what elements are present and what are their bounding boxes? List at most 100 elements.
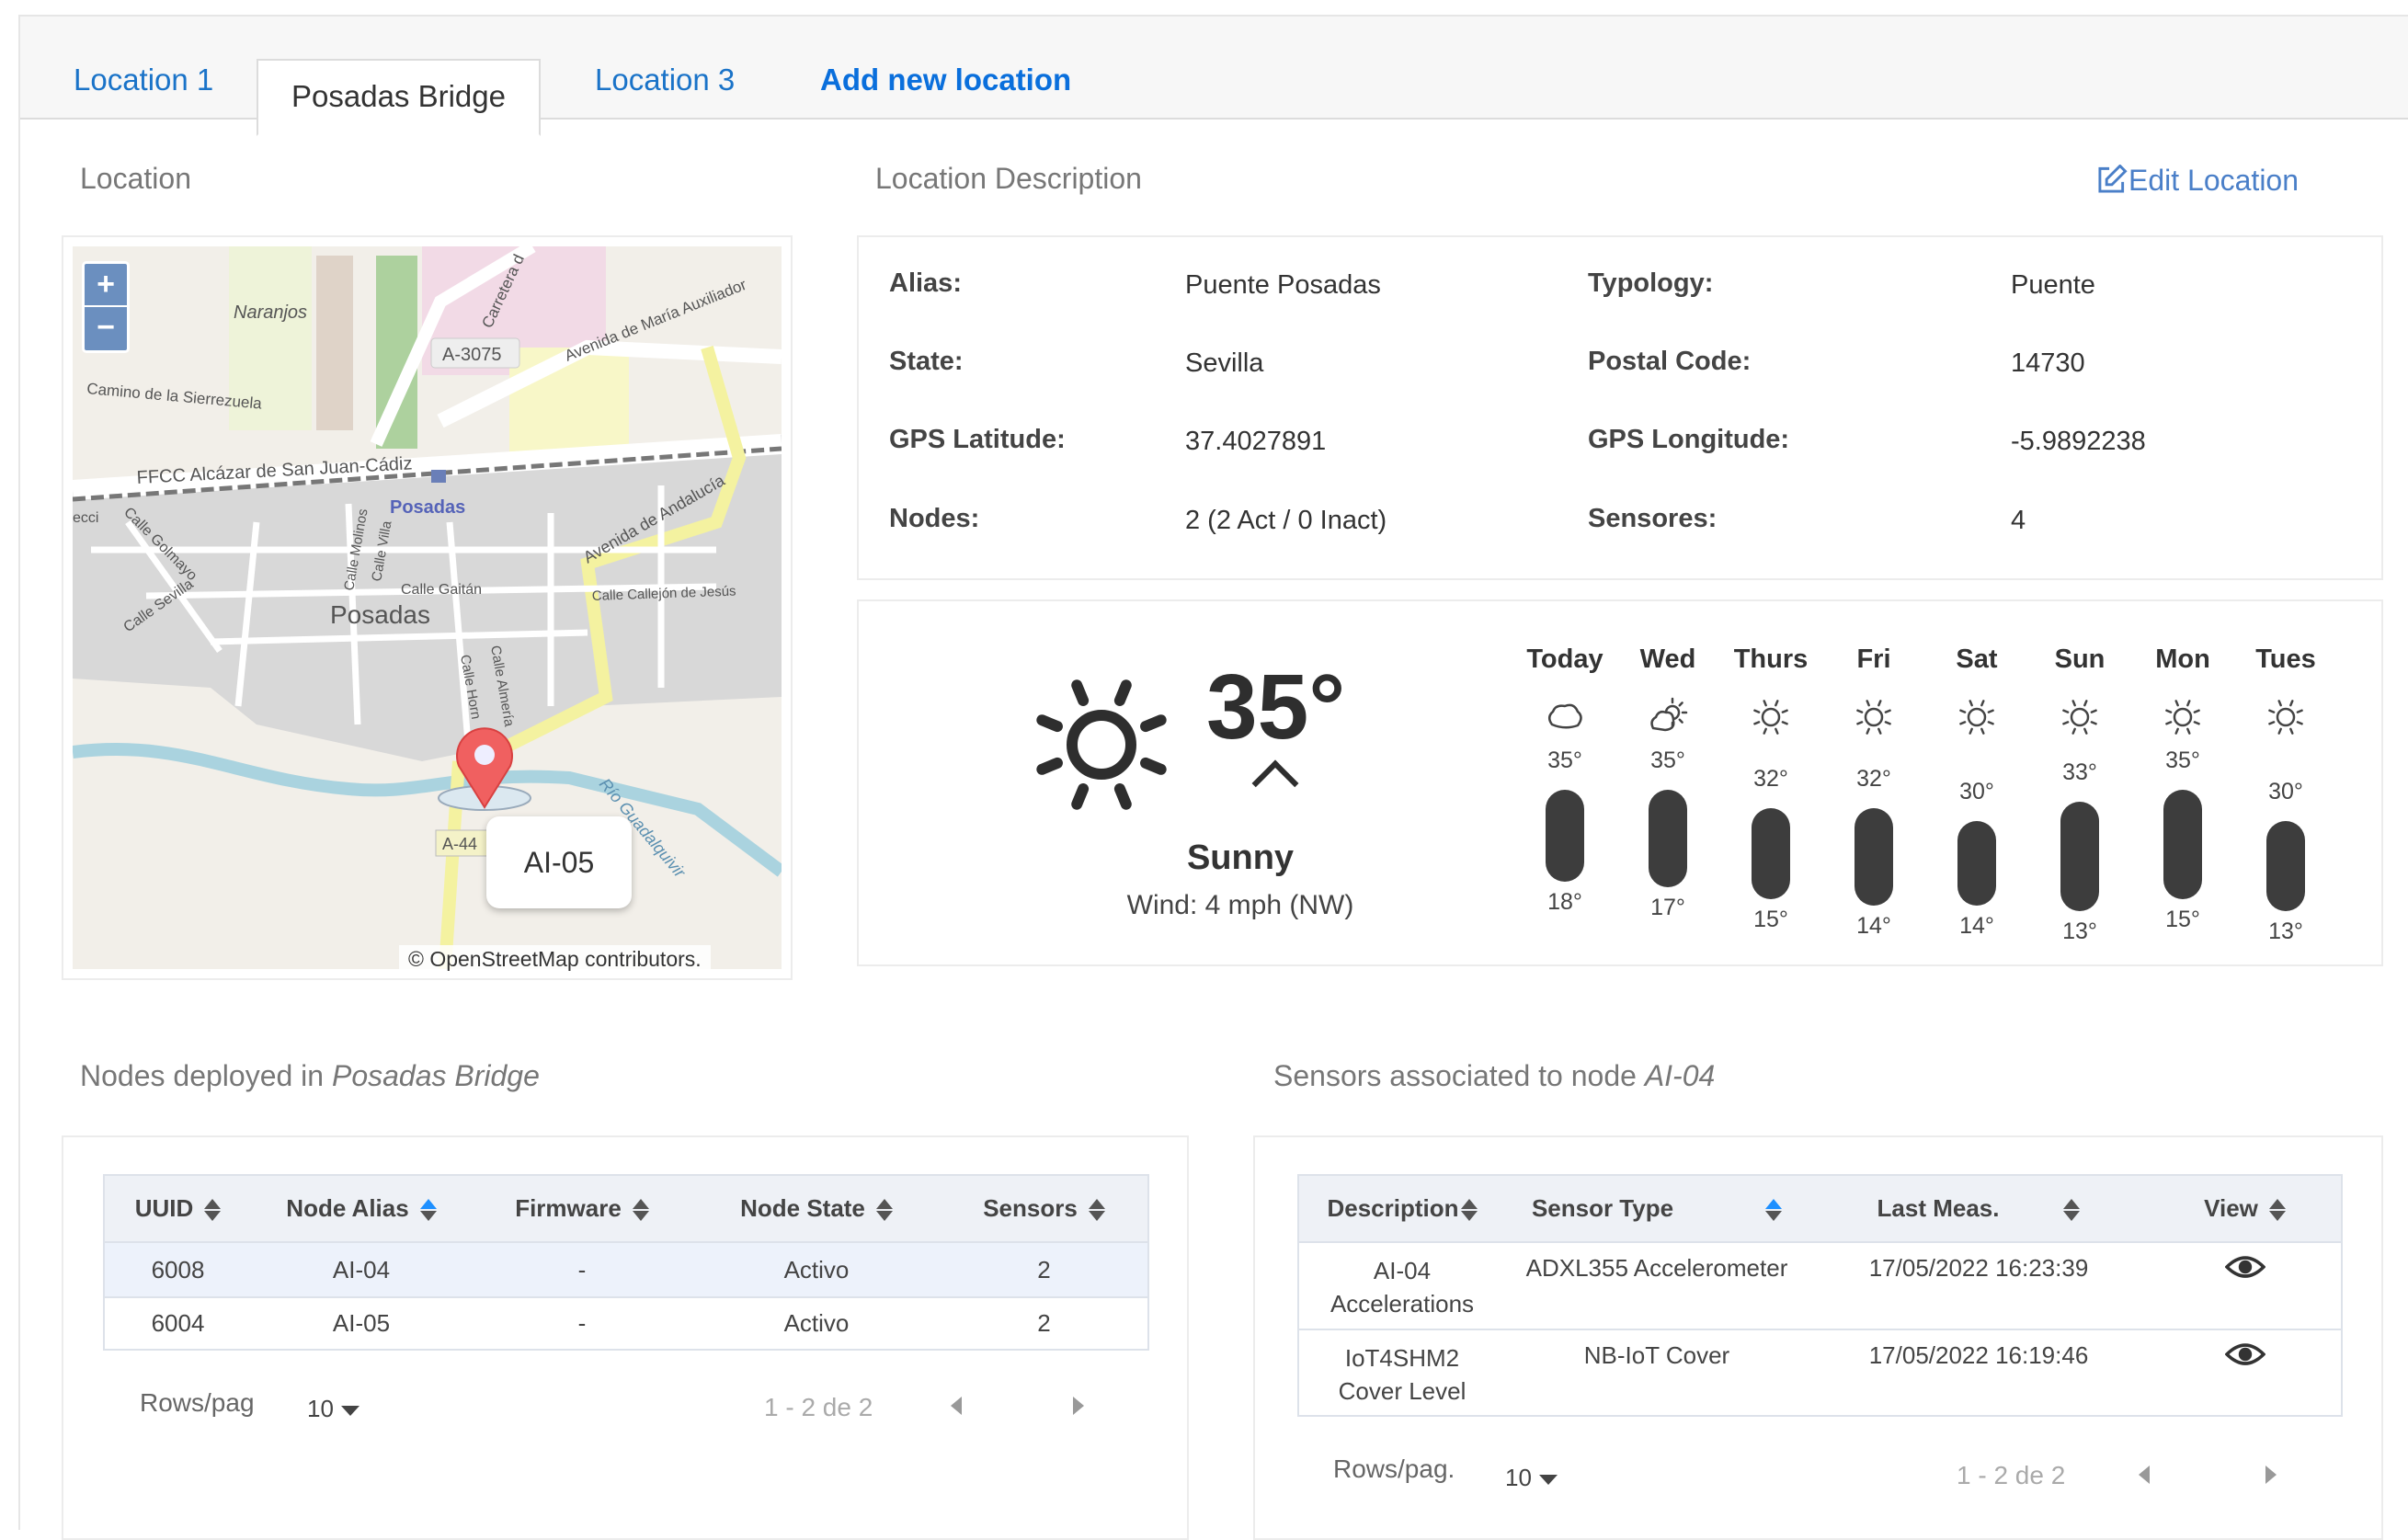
forecast-day-label: Thurs: [1733, 645, 1809, 674]
forecast-day-label: Tues: [2255, 645, 2316, 674]
sensores-label: Sensores:: [1588, 504, 1718, 533]
temperature-range-bar: [2163, 790, 2202, 900]
zoom-in-button[interactable]: +: [85, 264, 127, 307]
temperature-range-bar: [2060, 802, 2099, 911]
view-button[interactable]: [2149, 1241, 2342, 1329]
gps-longitude-value: -5.9892238: [2011, 427, 2146, 456]
zoom-out-button[interactable]: −: [85, 307, 127, 350]
table-row[interactable]: 6004 AI-05- Activo 2: [104, 1296, 1148, 1350]
svg-text:Calle Gaitán: Calle Gaitán: [401, 582, 482, 598]
forecast-high: 35°: [2165, 747, 2200, 773]
sun-icon: [2165, 700, 2200, 735]
forecast-high: 30°: [1959, 778, 1994, 804]
location-heading: Location: [80, 162, 191, 195]
forecast-high: 30°: [2268, 778, 2303, 804]
temperature-range-bar: [1546, 790, 1584, 882]
forecast-low: 13°: [2268, 918, 2303, 944]
temperature-range-bar: [1752, 808, 1790, 900]
forecast-high: 33°: [2062, 759, 2097, 786]
sort-icon[interactable]: [2268, 1197, 2286, 1223]
typology-label: Typology:: [1588, 268, 1714, 298]
edit-location-label: Edit Location: [2128, 164, 2300, 197]
sort-icon[interactable]: [1460, 1197, 1478, 1223]
forecast-low: 13°: [2062, 918, 2097, 944]
forecast-day-label: Today: [1526, 645, 1603, 674]
sort-icon[interactable]: [875, 1197, 893, 1223]
temperature-range-bar: [1855, 808, 1893, 906]
rows-per-page-select[interactable]: 10: [307, 1395, 359, 1423]
map-popup: AI-05: [486, 816, 632, 908]
col-sensors[interactable]: Sensors: [941, 1175, 1148, 1242]
forecast-day-label: Sat: [1956, 645, 1998, 674]
gps-latitude-label: GPS Latitude:: [889, 425, 1066, 454]
sun-icon: [2062, 700, 2097, 735]
forecast-low: 14°: [1959, 912, 1994, 939]
sensors-card: Description Sensor Type Last Meas. View …: [1253, 1135, 2383, 1540]
sort-icon[interactable]: [2063, 1197, 2081, 1223]
sensors-heading-text: Sensors associated to node: [1273, 1059, 1645, 1092]
sort-icon[interactable]: [1765, 1197, 1783, 1223]
forecast-day-label: Wed: [1639, 645, 1696, 674]
caret-down-icon: [340, 1405, 359, 1416]
alias-value: Puente Posadas: [1185, 270, 1381, 300]
sun-icon: [1753, 700, 1788, 735]
rows-per-page-label: Rows/pag.: [1333, 1454, 1455, 1483]
col-firmware[interactable]: Firmware: [472, 1175, 692, 1242]
col-node-state[interactable]: Node State: [692, 1175, 941, 1242]
postal-code-value: 14730: [2011, 348, 2085, 378]
edit-location-link[interactable]: Edit Location: [2095, 164, 2299, 198]
map[interactable]: Naranjos A-3075 Camino de la Sierrezuela…: [73, 246, 782, 969]
rows-per-page-label: Rows/pag: [140, 1388, 255, 1417]
table-row[interactable]: IoT4SHM2 Cover Level NB-IoT Cover 17/05/202…: [1298, 1329, 2342, 1416]
sort-icon[interactable]: [1088, 1197, 1105, 1223]
col-view[interactable]: View: [2149, 1175, 2342, 1242]
prev-page-icon[interactable]: [2139, 1466, 2150, 1484]
forecast-high: 32°: [1753, 766, 1788, 793]
col-node-alias[interactable]: Node Alias: [251, 1175, 472, 1242]
col-sensor-type[interactable]: Sensor Type: [1505, 1175, 1809, 1242]
wind-info: Wind: 4 mph (NW): [1126, 890, 1354, 920]
col-description[interactable]: Description: [1298, 1175, 1505, 1242]
chevron-up-icon[interactable]: [1251, 759, 1299, 807]
table-row[interactable]: AI-04 Accelerations ADXL355 Accelerometer 1…: [1298, 1241, 2342, 1329]
col-last-meas[interactable]: Last Meas.: [1809, 1175, 2149, 1242]
sun-icon: [2268, 700, 2303, 735]
postal-code-label: Postal Code:: [1588, 347, 1752, 376]
nodes-table: UUID Node Alias Firmware Node State Sens…: [103, 1174, 1149, 1351]
add-new-location-tab[interactable]: Add new location: [820, 63, 1071, 97]
prev-page-icon[interactable]: [951, 1397, 962, 1415]
nodes-heading: Nodes deployed in Posadas Bridge: [80, 1059, 540, 1093]
map-attribution[interactable]: © OpenStreetMap contributors.: [399, 945, 711, 974]
forecast-low: 15°: [1753, 907, 1788, 933]
forecast-low: 15°: [2165, 907, 2200, 933]
tab-posadas-bridge[interactable]: Posadas Bridge: [257, 59, 541, 136]
sensors-heading: Sensors associated to node AI-04: [1273, 1059, 1715, 1093]
pagination-range: 1 - 2 de 2: [764, 1393, 873, 1421]
next-page-icon[interactable]: [1073, 1397, 1084, 1415]
temperature-range-bar: [1957, 820, 1996, 906]
location-tabs: Location 1 Posadas Bridge Location 3 Add…: [20, 17, 2408, 136]
forecast-day-label: Fri: [1856, 645, 1891, 674]
next-page-icon[interactable]: [2265, 1466, 2277, 1484]
nodes-heading-location: Posadas Bridge: [331, 1059, 540, 1092]
svg-text:A-3075: A-3075: [442, 345, 502, 365]
svg-text:Posadas: Posadas: [390, 497, 465, 518]
partly-cloudy-icon: [1650, 697, 1688, 732]
sort-icon[interactable]: [204, 1197, 222, 1223]
state-label: State:: [889, 347, 964, 376]
caret-down-icon: [1538, 1474, 1558, 1485]
nodes-value: 2 (2 Act / 0 Inact): [1185, 506, 1387, 535]
table-row[interactable]: 6008 AI-04- Activo 2: [104, 1241, 1148, 1297]
current-temperature: 35°: [1206, 656, 1346, 759]
nodes-heading-text: Nodes deployed in: [80, 1059, 332, 1092]
svg-text:A-44: A-44: [442, 835, 477, 853]
tab-location-1[interactable]: Location 1: [74, 63, 213, 97]
sort-icon[interactable]: [632, 1197, 649, 1223]
rows-per-page-select[interactable]: 10: [1505, 1464, 1558, 1492]
sort-icon[interactable]: [419, 1197, 437, 1223]
sensors-table: Description Sensor Type Last Meas. View …: [1297, 1174, 2343, 1417]
sensores-value: 4: [2011, 506, 2026, 535]
tab-location-3[interactable]: Location 3: [595, 63, 735, 97]
col-uuid[interactable]: UUID: [104, 1175, 251, 1242]
view-button[interactable]: [2149, 1329, 2342, 1416]
